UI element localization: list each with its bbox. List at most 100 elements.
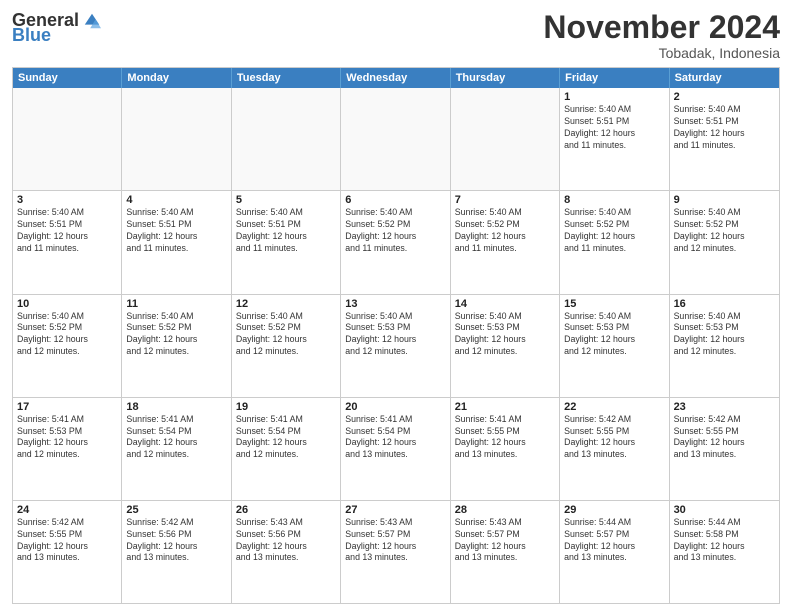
- day-info: Sunrise: 5:44 AM Sunset: 5:58 PM Dayligh…: [674, 517, 775, 565]
- day-cell-3: 3Sunrise: 5:40 AM Sunset: 5:51 PM Daylig…: [13, 191, 122, 293]
- day-info: Sunrise: 5:41 AM Sunset: 5:54 PM Dayligh…: [236, 414, 336, 462]
- calendar-row-3: 10 Sunrise: 5:40 AM Sunset: 5:52 PM Dayli…: [13, 294, 779, 397]
- day-number: 4: [126, 194, 226, 206]
- day-cell-26: 26Sunrise: 5:43 AM Sunset: 5:56 PM Dayli…: [232, 501, 341, 603]
- day-number: 28: [455, 504, 555, 516]
- day-cell-12: 12Sunrise: 5:40 AM Sunset: 5:52 PM Dayli…: [232, 295, 341, 397]
- day-info: Sunrise: 5:42 AM Sunset: 5:56 PM Dayligh…: [126, 517, 226, 565]
- day-cell-15: 15Sunrise: 5:40 AM Sunset: 5:53 PM Dayli…: [560, 295, 669, 397]
- day-info: Sunrise: 5:40 AM Sunset: 5:53 PM Dayligh…: [674, 311, 775, 359]
- day-number: 26: [236, 504, 336, 516]
- day-cell-29: 29Sunrise: 5:44 AM Sunset: 5:57 PM Dayli…: [560, 501, 669, 603]
- day-info: Sunrise: 5:41 AM Sunset: 5:53 PM Dayligh…: [17, 414, 117, 462]
- header-day-thursday: Thursday: [451, 68, 560, 88]
- header-day-saturday: Saturday: [670, 68, 779, 88]
- day-number: 17: [17, 401, 117, 413]
- day-number: 7: [455, 194, 555, 206]
- header-day-wednesday: Wednesday: [341, 68, 450, 88]
- day-cell-2: 2Sunrise: 5:40 AM Sunset: 5:51 PM Daylig…: [670, 88, 779, 190]
- day-number: 30: [674, 504, 775, 516]
- day-info: Sunrise: 5:40 AM Sunset: 5:52 PM Dayligh…: [126, 311, 226, 359]
- day-number: 19: [236, 401, 336, 413]
- day-number: 6: [345, 194, 445, 206]
- empty-cell: [122, 88, 231, 190]
- day-info: Sunrise: 5:42 AM Sunset: 5:55 PM Dayligh…: [674, 414, 775, 462]
- day-cell-4: 4Sunrise: 5:40 AM Sunset: 5:51 PM Daylig…: [122, 191, 231, 293]
- day-number: 13: [345, 298, 445, 310]
- day-number: 23: [674, 401, 775, 413]
- day-cell-30: 30Sunrise: 5:44 AM Sunset: 5:58 PM Dayli…: [670, 501, 779, 603]
- day-cell-14: 14Sunrise: 5:40 AM Sunset: 5:53 PM Dayli…: [451, 295, 560, 397]
- calendar: SundayMondayTuesdayWednesdayThursdayFrid…: [12, 67, 780, 604]
- calendar-header: SundayMondayTuesdayWednesdayThursdayFrid…: [13, 68, 779, 88]
- subtitle: Tobadak, Indonesia: [543, 45, 780, 61]
- day-cell-13: 13Sunrise: 5:40 AM Sunset: 5:53 PM Dayli…: [341, 295, 450, 397]
- day-cell-5: 5Sunrise: 5:40 AM Sunset: 5:51 PM Daylig…: [232, 191, 341, 293]
- day-number: 20: [345, 401, 445, 413]
- day-number: 16: [674, 298, 775, 310]
- day-cell-23: 23Sunrise: 5:42 AM Sunset: 5:55 PM Dayli…: [670, 398, 779, 500]
- day-info: Sunrise: 5:40 AM Sunset: 5:53 PM Dayligh…: [455, 311, 555, 359]
- page: General Blue November 2024 Tobadak, Indo…: [0, 0, 792, 612]
- day-info: Sunrise: 5:40 AM Sunset: 5:51 PM Dayligh…: [674, 104, 775, 152]
- day-info: Sunrise: 5:40 AM Sunset: 5:52 PM Dayligh…: [345, 207, 445, 255]
- day-cell-11: 11Sunrise: 5:40 AM Sunset: 5:52 PM Dayli…: [122, 295, 231, 397]
- day-info: Sunrise: 5:44 AM Sunset: 5:57 PM Dayligh…: [564, 517, 664, 565]
- day-number: 21: [455, 401, 555, 413]
- day-info: Sunrise: 5:40 AM Sunset: 5:51 PM Dayligh…: [126, 207, 226, 255]
- title-block: November 2024 Tobadak, Indonesia: [543, 10, 780, 61]
- day-cell-7: 7Sunrise: 5:40 AM Sunset: 5:52 PM Daylig…: [451, 191, 560, 293]
- day-cell-22: 22Sunrise: 5:42 AM Sunset: 5:55 PM Dayli…: [560, 398, 669, 500]
- day-info: Sunrise: 5:43 AM Sunset: 5:57 PM Dayligh…: [345, 517, 445, 565]
- header-day-tuesday: Tuesday: [232, 68, 341, 88]
- day-cell-16: 16Sunrise: 5:40 AM Sunset: 5:53 PM Dayli…: [670, 295, 779, 397]
- day-info: Sunrise: 5:40 AM Sunset: 5:51 PM Dayligh…: [17, 207, 117, 255]
- day-info: Sunrise: 5:40 AM Sunset: 5:51 PM Dayligh…: [236, 207, 336, 255]
- logo-blue: Blue: [12, 25, 51, 46]
- day-cell-8: 8Sunrise: 5:40 AM Sunset: 5:52 PM Daylig…: [560, 191, 669, 293]
- day-info: Sunrise: 5:42 AM Sunset: 5:55 PM Dayligh…: [564, 414, 664, 462]
- day-cell-27: 27Sunrise: 5:43 AM Sunset: 5:57 PM Dayli…: [341, 501, 450, 603]
- day-cell-10: 10Sunrise: 5:40 AM Sunset: 5:52 PM Dayli…: [13, 295, 122, 397]
- day-number: 25: [126, 504, 226, 516]
- day-info: Sunrise: 5:42 AM Sunset: 5:55 PM Dayligh…: [17, 517, 117, 565]
- day-cell-6: 6Sunrise: 5:40 AM Sunset: 5:52 PM Daylig…: [341, 191, 450, 293]
- day-info: Sunrise: 5:41 AM Sunset: 5:55 PM Dayligh…: [455, 414, 555, 462]
- day-number: 12: [236, 298, 336, 310]
- day-cell-21: 21Sunrise: 5:41 AM Sunset: 5:55 PM Dayli…: [451, 398, 560, 500]
- calendar-row-1: 1 Sunrise: 5:40 AM Sunset: 5:51 PM Daylig…: [13, 88, 779, 190]
- day-number: 29: [564, 504, 664, 516]
- day-number: 15: [564, 298, 664, 310]
- day-cell-20: 20Sunrise: 5:41 AM Sunset: 5:54 PM Dayli…: [341, 398, 450, 500]
- empty-cell: [232, 88, 341, 190]
- day-number: 2: [674, 91, 775, 103]
- day-info: Sunrise: 5:40 AM Sunset: 5:52 PM Dayligh…: [236, 311, 336, 359]
- calendar-row-4: 17Sunrise: 5:41 AM Sunset: 5:53 PM Dayli…: [13, 397, 779, 500]
- empty-cell: [451, 88, 560, 190]
- day-cell-17: 17Sunrise: 5:41 AM Sunset: 5:53 PM Dayli…: [13, 398, 122, 500]
- day-number: 27: [345, 504, 445, 516]
- day-number: 9: [674, 194, 775, 206]
- day-cell-18: 18Sunrise: 5:41 AM Sunset: 5:54 PM Dayli…: [122, 398, 231, 500]
- day-info: Sunrise: 5:40 AM Sunset: 5:53 PM Dayligh…: [564, 311, 664, 359]
- calendar-body: 1 Sunrise: 5:40 AM Sunset: 5:51 PM Daylig…: [13, 88, 779, 603]
- day-info: Sunrise: 5:40 AM Sunset: 5:53 PM Dayligh…: [345, 311, 445, 359]
- header-day-monday: Monday: [122, 68, 231, 88]
- day-number: 18: [126, 401, 226, 413]
- day-number: 10: [17, 298, 117, 310]
- logo: General Blue: [12, 10, 101, 46]
- day-info: Sunrise: 5:40 AM Sunset: 5:52 PM Dayligh…: [674, 207, 775, 255]
- day-number: 1: [564, 91, 664, 103]
- empty-cell: [13, 88, 122, 190]
- empty-cell: [341, 88, 450, 190]
- day-cell-24: 24Sunrise: 5:42 AM Sunset: 5:55 PM Dayli…: [13, 501, 122, 603]
- day-cell-19: 19Sunrise: 5:41 AM Sunset: 5:54 PM Dayli…: [232, 398, 341, 500]
- calendar-row-5: 24Sunrise: 5:42 AM Sunset: 5:55 PM Dayli…: [13, 500, 779, 603]
- day-number: 14: [455, 298, 555, 310]
- day-info: Sunrise: 5:40 AM Sunset: 5:52 PM Dayligh…: [455, 207, 555, 255]
- day-info: Sunrise: 5:43 AM Sunset: 5:57 PM Dayligh…: [455, 517, 555, 565]
- day-number: 5: [236, 194, 336, 206]
- month-title: November 2024: [543, 10, 780, 45]
- day-info: Sunrise: 5:41 AM Sunset: 5:54 PM Dayligh…: [345, 414, 445, 462]
- day-info: Sunrise: 5:40 AM Sunset: 5:52 PM Dayligh…: [564, 207, 664, 255]
